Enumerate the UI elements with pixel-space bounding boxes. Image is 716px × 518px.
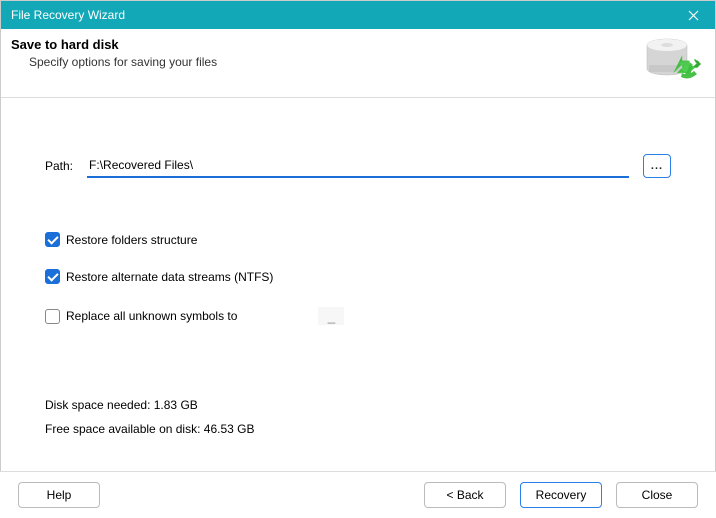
titlebar: File Recovery Wizard [1, 1, 715, 29]
wizard-header: Save to hard disk Specify options for sa… [1, 29, 715, 98]
page-subtext: Specify options for saving your files [11, 55, 645, 69]
checkbox-replace-symbols[interactable] [45, 309, 60, 324]
hard-disk-save-icon [645, 37, 701, 83]
recovery-button[interactable]: Recovery [520, 482, 602, 508]
browse-button[interactable]: ... [643, 154, 671, 178]
path-input[interactable] [87, 154, 629, 178]
path-label: Path: [45, 159, 73, 173]
wizard-footer: Help < Back Recovery Close [0, 471, 716, 518]
space-free: Free space available on disk: 46.53 GB [45, 422, 671, 436]
disk-space-info: Disk space needed: 1.83 GB Free space av… [45, 398, 671, 436]
option-label: Restore alternate data streams (NTFS) [66, 270, 273, 284]
back-button[interactable]: < Back [424, 482, 506, 508]
header-text: Save to hard disk Specify options for sa… [11, 37, 645, 69]
checkbox-restore-ads[interactable] [45, 269, 60, 284]
space-needed: Disk space needed: 1.83 GB [45, 398, 671, 412]
option-restore-folders[interactable]: Restore folders structure [45, 232, 671, 247]
close-button[interactable]: Close [616, 482, 698, 508]
option-label: Restore folders structure [66, 233, 197, 247]
help-button[interactable]: Help [18, 482, 100, 508]
page-heading: Save to hard disk [11, 37, 645, 52]
close-icon[interactable] [671, 1, 715, 29]
wizard-content: Path: ... Restore folders structure Rest… [1, 98, 715, 436]
window-title: File Recovery Wizard [11, 8, 671, 22]
option-label: Replace all unknown symbols to [66, 309, 237, 323]
option-replace-symbols[interactable]: Replace all unknown symbols to [45, 306, 671, 326]
checkbox-restore-folders[interactable] [45, 232, 60, 247]
path-row: Path: ... [45, 154, 671, 178]
option-restore-ads[interactable]: Restore alternate data streams (NTFS) [45, 269, 671, 284]
replace-symbol-input[interactable] [317, 306, 345, 326]
